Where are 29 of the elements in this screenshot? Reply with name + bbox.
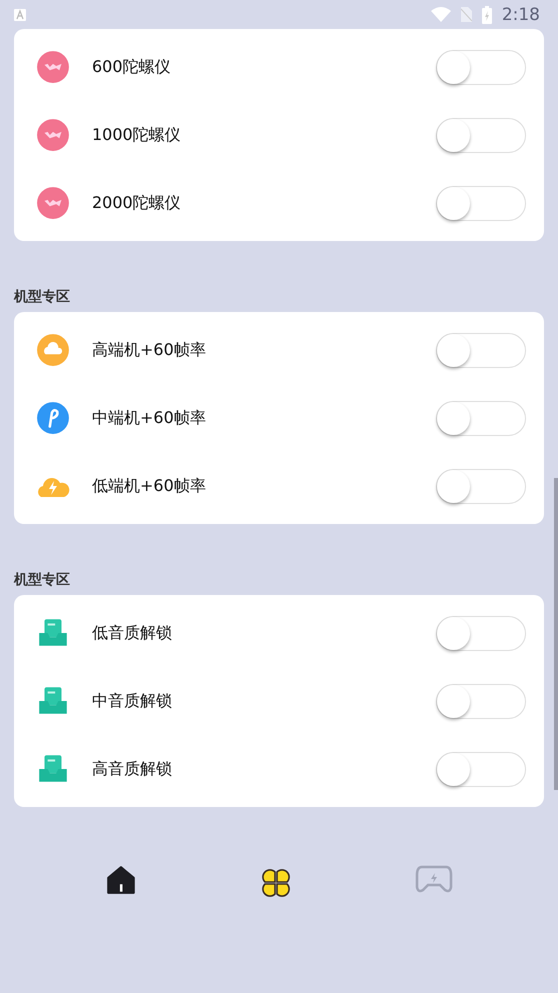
- cloud-icon: [36, 333, 70, 367]
- option-label: 高端机+60帧率: [92, 340, 207, 360]
- sim-icon: [460, 7, 472, 22]
- toggle-switch[interactable]: [436, 684, 526, 718]
- option-label: 中端机+60帧率: [92, 408, 207, 428]
- toggle-switch[interactable]: [436, 118, 526, 152]
- gamepad-icon: [414, 863, 454, 895]
- notification-icon: [14, 8, 26, 20]
- toggle-switch[interactable]: [436, 50, 526, 84]
- section-title: 机型专区: [14, 288, 71, 306]
- section-title: 机型专区: [14, 570, 71, 590]
- option-label: 600陀螺仪: [92, 56, 172, 78]
- home-icon: [104, 863, 138, 897]
- status-time: 2:18: [502, 4, 540, 24]
- toggle-switch[interactable]: [436, 752, 526, 786]
- option-label: 高音质解锁: [92, 758, 173, 780]
- wifi-icon: [430, 7, 451, 22]
- toggle-switch[interactable]: [436, 468, 526, 504]
- toggle-switch[interactable]: [436, 400, 526, 436]
- battery-icon: [482, 6, 492, 24]
- option-label: 低音质解锁: [92, 622, 173, 644]
- option-label: 1000陀螺仪: [92, 124, 182, 146]
- toggle-switch[interactable]: [436, 616, 526, 650]
- option-label: 低端机+60帧率: [92, 476, 207, 496]
- option-label: 2000陀螺仪: [92, 192, 182, 214]
- toggle-switch[interactable]: [436, 332, 526, 368]
- option-label: 中音质解锁: [92, 690, 173, 712]
- letter-icon: [36, 401, 70, 435]
- toggle-switch[interactable]: [436, 186, 526, 220]
